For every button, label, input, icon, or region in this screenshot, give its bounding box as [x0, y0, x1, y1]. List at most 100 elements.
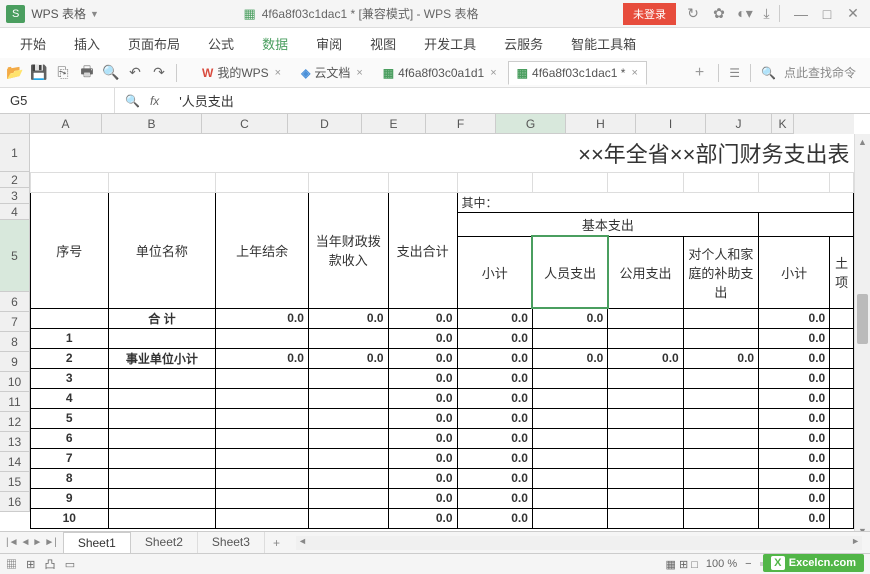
- cell[interactable]: [759, 172, 830, 192]
- cell[interactable]: 0.0: [759, 368, 830, 388]
- redo-icon[interactable]: ↷: [150, 64, 168, 82]
- fx-label[interactable]: fx: [150, 94, 159, 108]
- cell[interactable]: [108, 468, 216, 488]
- add-sheet-button[interactable]: +: [265, 536, 288, 550]
- formula-input[interactable]: '人员支出: [169, 91, 870, 110]
- cell[interactable]: [216, 508, 309, 528]
- doc-tab-1[interactable]: ◈云文档×: [292, 59, 372, 86]
- row-header-4[interactable]: 4: [0, 204, 30, 220]
- cell[interactable]: [532, 428, 607, 448]
- cell[interactable]: [308, 468, 388, 488]
- minimize-button[interactable]: —: [792, 6, 810, 22]
- cell[interactable]: 0.0: [457, 388, 532, 408]
- cell[interactable]: [830, 408, 854, 428]
- cell[interactable]: [108, 388, 216, 408]
- cell[interactable]: 公用支出: [608, 236, 683, 308]
- row-header-15[interactable]: 15: [0, 472, 30, 492]
- cell[interactable]: 0.0: [759, 448, 830, 468]
- menu-item-9[interactable]: 智能工具箱: [559, 29, 648, 58]
- collapse-ribbon-icon[interactable]: ⤓: [762, 5, 780, 22]
- close-tab-icon[interactable]: ×: [275, 67, 281, 79]
- cell[interactable]: 1: [31, 328, 109, 348]
- scroll-up-icon[interactable]: ▲: [855, 134, 870, 150]
- close-tab-icon[interactable]: ×: [490, 67, 496, 79]
- cell[interactable]: [830, 508, 854, 528]
- cell[interactable]: 0.0: [608, 348, 683, 368]
- cell[interactable]: [532, 448, 607, 468]
- spreadsheet-grid[interactable]: ABCDEFGHIJK 12345678910111213141516 ××年全…: [0, 114, 870, 539]
- cell[interactable]: 土项: [830, 236, 854, 308]
- view-buttons[interactable]: ▦ ⊞ 凸 ▭: [6, 556, 75, 572]
- cell[interactable]: 支出合计: [388, 192, 457, 308]
- cell[interactable]: [608, 388, 683, 408]
- cell[interactable]: [108, 368, 216, 388]
- doc-tab-2[interactable]: ▦4f6a8f03c0a1d1×: [374, 61, 506, 85]
- cell[interactable]: 合 计: [108, 308, 216, 328]
- row-header-1[interactable]: 1: [0, 134, 30, 172]
- undo-icon[interactable]: ↶: [126, 64, 144, 82]
- cell[interactable]: [216, 388, 309, 408]
- sheet-tab-Sheet1[interactable]: Sheet1: [63, 532, 131, 554]
- cell[interactable]: 7: [31, 448, 109, 468]
- cell[interactable]: 0.0: [388, 488, 457, 508]
- cell[interactable]: [608, 448, 683, 468]
- cell[interactable]: [532, 388, 607, 408]
- row-header-5[interactable]: 5: [0, 220, 30, 292]
- cell[interactable]: 事业单位小计: [108, 348, 216, 368]
- col-header-B[interactable]: B: [102, 114, 202, 134]
- cell[interactable]: [532, 468, 607, 488]
- cell[interactable]: [830, 448, 854, 468]
- cell[interactable]: 6: [31, 428, 109, 448]
- cell[interactable]: 小计: [759, 236, 830, 308]
- cell[interactable]: [830, 468, 854, 488]
- cell[interactable]: 0.0: [388, 368, 457, 388]
- cell[interactable]: 0.0: [388, 468, 457, 488]
- cell[interactable]: [830, 348, 854, 368]
- cell[interactable]: [108, 408, 216, 428]
- row-header-6[interactable]: 6: [0, 292, 30, 312]
- cell[interactable]: [830, 328, 854, 348]
- col-header-K[interactable]: K: [772, 114, 794, 134]
- row-header-8[interactable]: 8: [0, 332, 30, 352]
- menu-item-5[interactable]: 审阅: [304, 29, 354, 58]
- cell[interactable]: 人员支出: [532, 236, 607, 308]
- cell[interactable]: 0.0: [388, 428, 457, 448]
- cell[interactable]: 0.0: [457, 328, 532, 348]
- cell[interactable]: 0.0: [457, 508, 532, 528]
- cell[interactable]: 对个人和家庭的补助支出: [683, 236, 758, 308]
- row-header-12[interactable]: 12: [0, 412, 30, 432]
- cell[interactable]: [308, 368, 388, 388]
- col-header-D[interactable]: D: [288, 114, 362, 134]
- sheet-nav-last-icon[interactable]: ►|: [44, 537, 57, 548]
- zoom-level[interactable]: 100 %: [706, 558, 737, 570]
- zoom-out-icon[interactable]: −: [745, 558, 751, 570]
- cell[interactable]: [608, 488, 683, 508]
- export-icon[interactable]: ⎘: [54, 64, 72, 82]
- cell[interactable]: [608, 408, 683, 428]
- cell[interactable]: [388, 172, 457, 192]
- cell[interactable]: [108, 488, 216, 508]
- vertical-scrollbar[interactable]: ▲ ▼: [854, 134, 870, 539]
- name-box[interactable]: G5: [0, 88, 115, 113]
- app-menu-dropdown-icon[interactable]: ▼: [90, 9, 99, 19]
- cell[interactable]: [683, 468, 758, 488]
- cell[interactable]: 上年结余: [216, 192, 309, 308]
- doc-tab-0[interactable]: W我的WPS×: [193, 59, 290, 86]
- cell[interactable]: [830, 488, 854, 508]
- cancel-formula-icon[interactable]: 🔍: [125, 94, 140, 108]
- cell[interactable]: 10: [31, 508, 109, 528]
- cell[interactable]: [216, 328, 309, 348]
- cell[interactable]: 单位名称: [108, 192, 216, 308]
- cell[interactable]: [216, 468, 309, 488]
- col-header-C[interactable]: C: [202, 114, 288, 134]
- cell[interactable]: [31, 172, 109, 192]
- cell[interactable]: 0.0: [759, 328, 830, 348]
- cell[interactable]: 9: [31, 488, 109, 508]
- cell[interactable]: [830, 428, 854, 448]
- row-header-10[interactable]: 10: [0, 372, 30, 392]
- cell[interactable]: 0.0: [759, 428, 830, 448]
- menu-item-7[interactable]: 开发工具: [412, 29, 488, 58]
- cell[interactable]: 0.0: [759, 308, 830, 328]
- menu-item-2[interactable]: 页面布局: [116, 29, 192, 58]
- sheet-nav-first-icon[interactable]: |◄: [6, 537, 19, 548]
